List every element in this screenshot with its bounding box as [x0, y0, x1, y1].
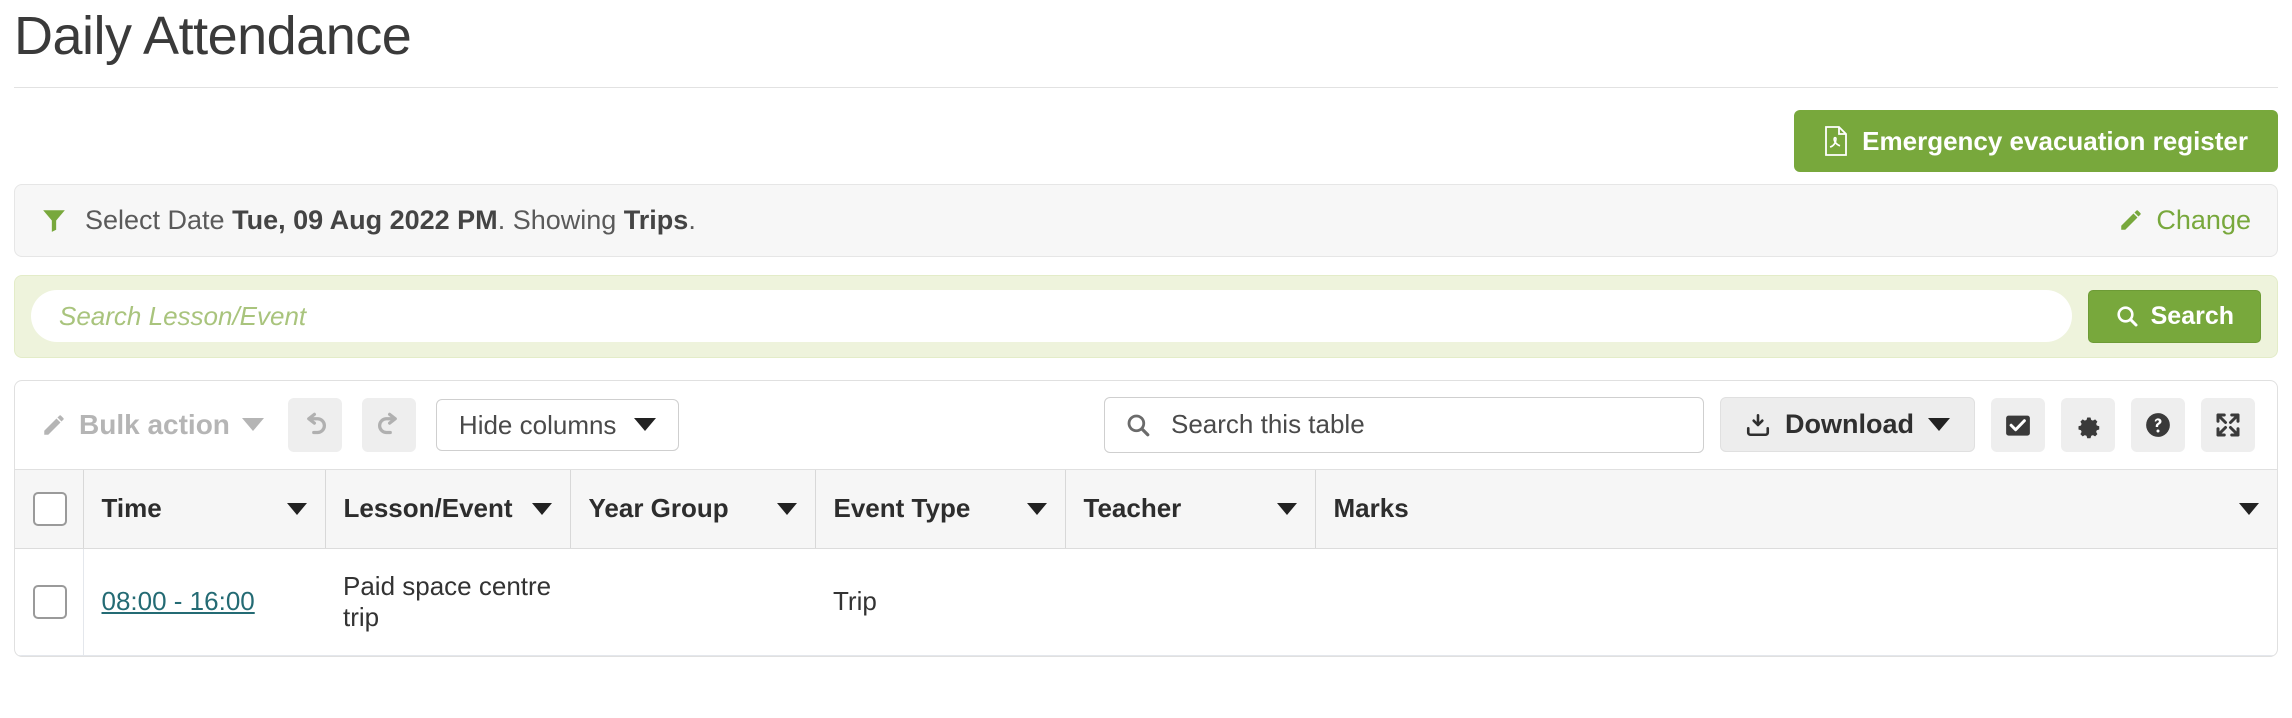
help-button[interactable] [2131, 398, 2185, 452]
pencil-icon [2118, 207, 2144, 233]
pdf-file-icon [1824, 126, 1848, 156]
table-header-row: Time Lesson/Event Year Group [15, 469, 2277, 548]
search-button[interactable]: Search [2088, 290, 2261, 343]
hide-columns-label: Hide columns [459, 412, 617, 438]
column-header-teacher[interactable]: Teacher [1065, 469, 1315, 548]
toolbar-right-group: Download [1104, 397, 2255, 453]
table-row[interactable]: 08:00 - 16:00 Paid space centre trip Tri… [15, 548, 2277, 655]
select-all-header-cell [15, 469, 83, 548]
table-search-input[interactable] [1169, 408, 1683, 441]
page-title: Daily Attendance [14, 0, 2278, 87]
download-icon [1745, 412, 1771, 438]
cell-time: 08:00 - 16:00 [83, 548, 325, 655]
column-header-label: Event Type [834, 493, 971, 524]
select-all-checkbox[interactable] [33, 492, 67, 526]
table-toolbar: Bulk action [15, 381, 2277, 469]
fullscreen-button[interactable] [2201, 398, 2255, 452]
toolbar-left-group: Bulk action [37, 398, 679, 452]
change-filter-label: Change [2156, 205, 2251, 236]
redo-arrow-icon [374, 410, 404, 440]
filter-middle: . Showing [498, 205, 617, 235]
select-all-toggle-button[interactable] [1991, 398, 2045, 452]
chevron-down-icon[interactable] [287, 503, 307, 515]
chevron-down-icon [1928, 418, 1950, 431]
redo-button[interactable] [362, 398, 416, 452]
chevron-down-icon[interactable] [1277, 503, 1297, 515]
cell-year-group [570, 548, 815, 655]
column-header-event-type[interactable]: Event Type [815, 469, 1065, 548]
filter-bar: Select Date Tue, 09 Aug 2022 PM. Showing… [14, 184, 2278, 257]
daily-attendance-page: Daily Attendance Emergency evacuation re… [0, 0, 2292, 718]
undo-button[interactable] [288, 398, 342, 452]
chevron-down-icon [634, 418, 656, 431]
column-header-lesson-event[interactable]: Lesson/Event [325, 469, 570, 548]
chevron-down-icon[interactable] [2239, 503, 2259, 515]
filter-prefix: Select Date [85, 205, 225, 235]
search-icon [1125, 412, 1151, 438]
cell-teacher [1065, 548, 1315, 655]
bulk-action-button[interactable]: Bulk action [37, 405, 268, 445]
column-header-year-group[interactable]: Year Group [570, 469, 815, 548]
table-search-field[interactable] [1104, 397, 1704, 453]
column-header-label: Time [102, 493, 162, 524]
chevron-down-icon[interactable] [1027, 503, 1047, 515]
search-icon [2115, 304, 2139, 328]
bulk-action-label: Bulk action [79, 411, 230, 439]
table-header: Time Lesson/Event Year Group [15, 469, 2277, 548]
download-label: Download [1785, 411, 1914, 438]
chevron-down-icon [242, 418, 264, 431]
column-header-label: Year Group [589, 493, 729, 524]
cell-marks [1315, 548, 2277, 655]
table-body: 08:00 - 16:00 Paid space centre trip Tri… [15, 548, 2277, 655]
filter-date-value: Tue, 09 Aug 2022 PM [232, 205, 498, 235]
row-select-cell [15, 548, 83, 655]
chevron-down-icon[interactable] [532, 503, 552, 515]
gear-icon [2073, 410, 2103, 440]
chevron-down-icon[interactable] [777, 503, 797, 515]
filter-summary: Select Date Tue, 09 Aug 2022 PM. Showing… [41, 205, 696, 236]
column-header-marks[interactable]: Marks [1315, 469, 2277, 548]
download-button[interactable]: Download [1720, 397, 1975, 452]
filter-suffix: . [688, 205, 696, 235]
expand-arrows-icon [2213, 410, 2243, 440]
column-header-label: Lesson/Event [344, 493, 513, 524]
lesson-search-panel: Search [14, 275, 2278, 358]
filter-text: Select Date Tue, 09 Aug 2022 PM. Showing… [85, 205, 696, 236]
attendance-table: Time Lesson/Event Year Group [15, 469, 2277, 656]
change-filter-link[interactable]: Change [2118, 205, 2251, 236]
filter-showing-value: Trips [624, 205, 689, 235]
emergency-evacuation-register-label: Emergency evacuation register [1862, 128, 2248, 154]
cell-event-type: Trip [815, 548, 1065, 655]
pencil-icon [41, 412, 67, 438]
funnel-filter-icon [41, 207, 67, 233]
undo-arrow-icon [300, 410, 330, 440]
column-header-label: Teacher [1084, 493, 1182, 524]
primary-action-row: Emergency evacuation register [14, 88, 2278, 184]
attendance-table-card: Bulk action [14, 380, 2278, 657]
question-circle-icon [2143, 410, 2173, 440]
column-header-label: Marks [1334, 493, 1409, 524]
settings-button[interactable] [2061, 398, 2115, 452]
search-lesson-event-input[interactable] [31, 290, 2072, 342]
search-button-label: Search [2151, 304, 2234, 329]
checkbox-checked-icon [2003, 410, 2033, 440]
row-checkbox[interactable] [33, 585, 67, 619]
column-header-time[interactable]: Time [83, 469, 325, 548]
cell-lesson-event: Paid space centre trip [325, 548, 570, 655]
time-link[interactable]: 08:00 - 16:00 [102, 586, 255, 616]
hide-columns-button[interactable]: Hide columns [436, 399, 680, 451]
emergency-evacuation-register-button[interactable]: Emergency evacuation register [1794, 110, 2278, 172]
